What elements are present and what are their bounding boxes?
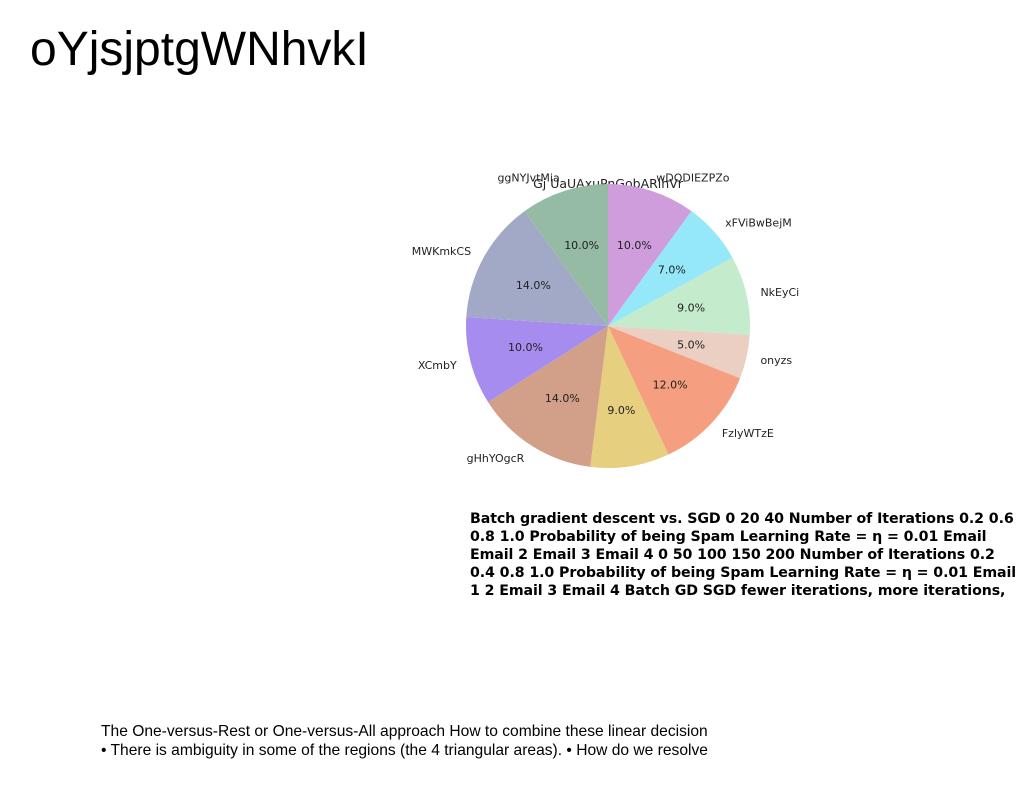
- pie-category-label-xfvibwbejm: xFViBwBejM: [725, 217, 792, 230]
- pie-pct-label-mwkmkcs: 14.0%: [516, 279, 551, 292]
- footer-line-1: The One-versus-Rest or One-versus-All ap…: [101, 723, 708, 740]
- pie-pct-label-xfvibwbejm: 7.0%: [658, 264, 686, 277]
- pie-pct-label-nkeyci: 9.0%: [677, 301, 705, 314]
- pie-pct-label-xcmby: 10.0%: [508, 341, 543, 354]
- pie-category-label-xcmby: XCmbY: [418, 359, 457, 372]
- pie-pct-label-onyzs: 5.0%: [677, 339, 705, 352]
- pie-pct-label-ggnyjvtmia: 10.0%: [564, 239, 599, 252]
- footer-line-2: • There is ambiguity in some of the regi…: [101, 742, 708, 759]
- bold-caption: Batch gradient descent vs. SGD 0 20 40 N…: [470, 511, 1017, 599]
- pie-category-label-wdqdiezpzo: wDQDIEZPZo: [656, 171, 729, 184]
- pie-chart: Gj UaUAxuPnGobARihVr 10.0%wDQDIEZPZo7.0%…: [412, 171, 799, 468]
- pie-pct-label-ghhyogcr: 14.0%: [545, 392, 580, 405]
- pie-category-label-onyzs: onyzs: [760, 354, 792, 367]
- pie-slices: [466, 184, 750, 468]
- pie-pct-label-wdqdiezpzo: 10.0%: [617, 239, 652, 252]
- page-title: oYjsjptgWNhvkI: [30, 23, 369, 76]
- pie-category-label-nkeyci: NkEyCi: [760, 286, 799, 299]
- pie-category-label-ghhyogcr: gHhYOgcR: [467, 452, 525, 465]
- pie-category-label-ggnyjvtmia: ggNYJvtMia: [497, 171, 559, 184]
- pie-pct-label-eakgktwap: 9.0%: [607, 404, 635, 417]
- pie-category-label-mwkmkcs: MWKmkCS: [412, 245, 471, 258]
- footer-text: The One-versus-Rest or One-versus-All ap…: [101, 722, 761, 760]
- pie-category-label-fzlywtze: FzlyWTzE: [722, 427, 774, 440]
- pie-pct-label-fzlywtze: 12.0%: [653, 378, 688, 391]
